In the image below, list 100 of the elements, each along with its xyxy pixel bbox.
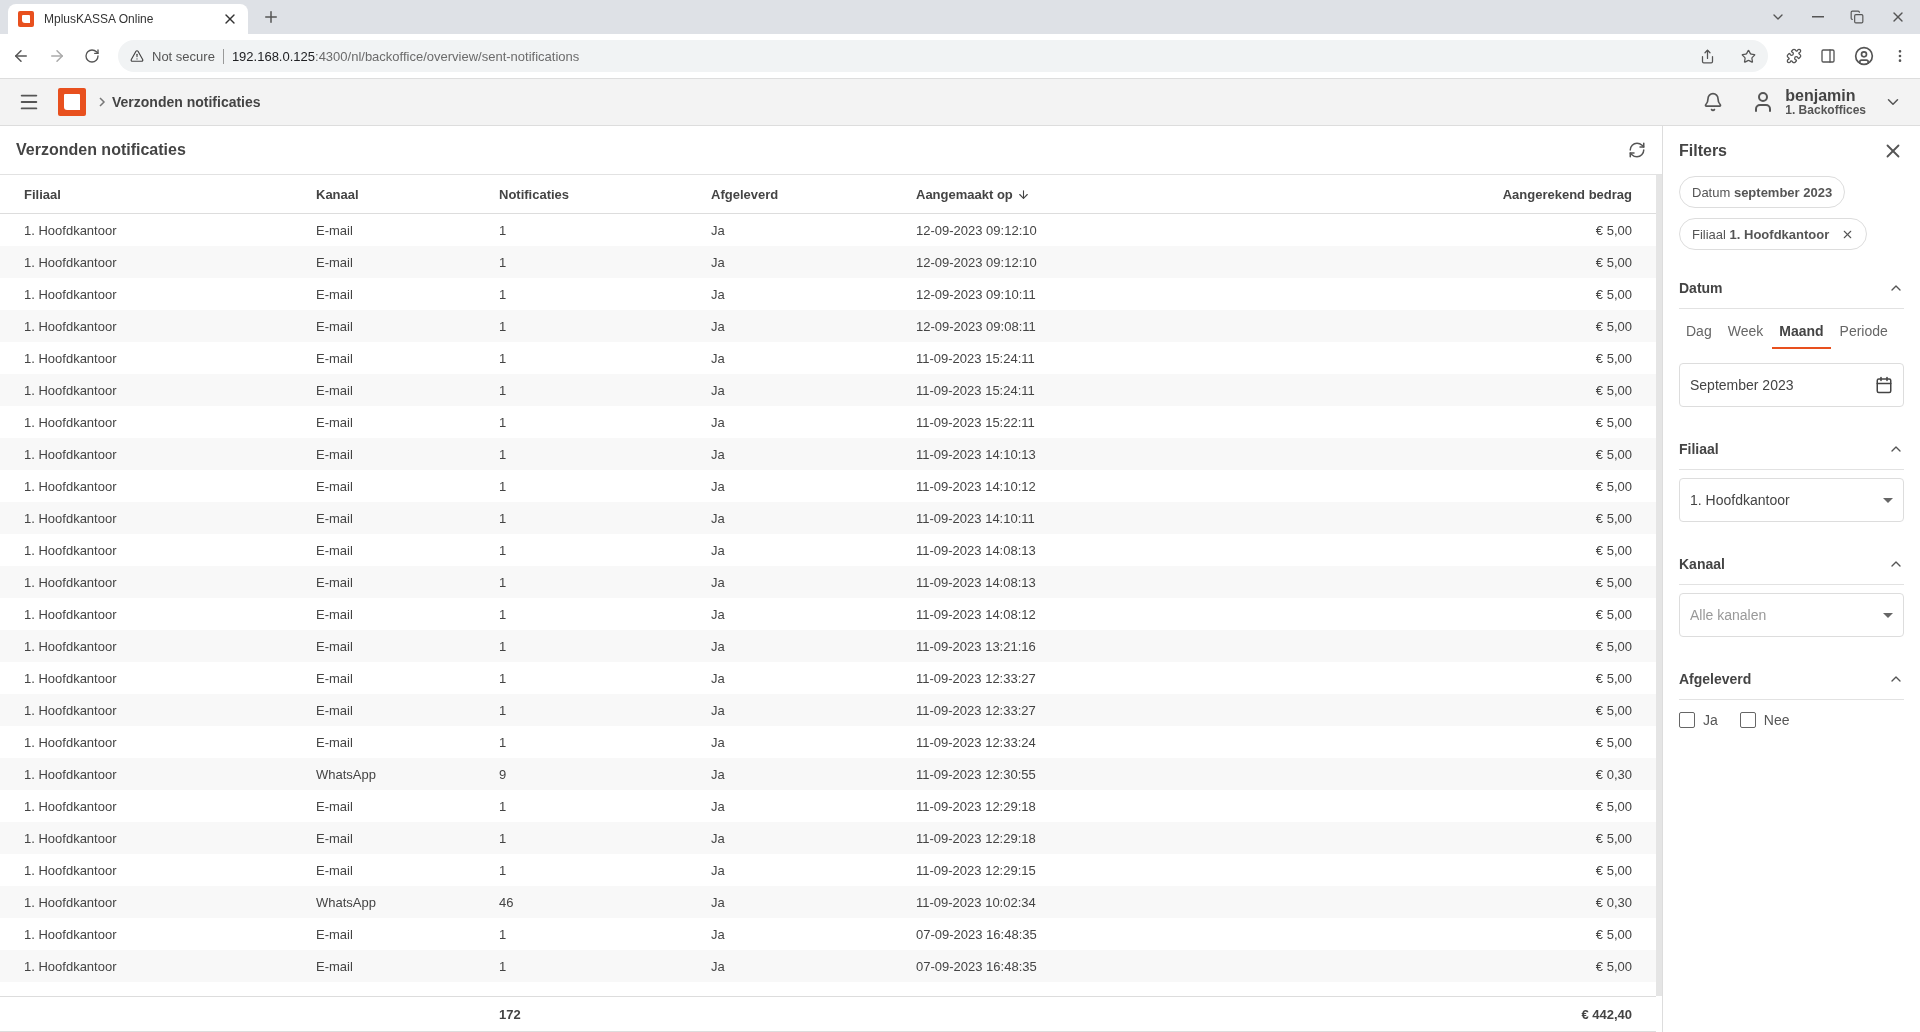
period-tab[interactable]: Week [1720, 315, 1771, 349]
refresh-button[interactable] [1628, 141, 1646, 159]
user-branch: 1. Backoffices [1785, 104, 1866, 118]
table-cell-text: 11-09-2023 10:02:34 [916, 894, 1037, 910]
table-cell-text: E-mail [316, 734, 354, 750]
browser-tab[interactable]: MplusKASSA Online [8, 4, 248, 34]
period-tab[interactable]: Dag [1679, 315, 1719, 349]
table-cell-text: Ja [711, 926, 726, 942]
table-cell-text: Ja [711, 286, 726, 302]
table-cell-text: 1. Hoofdkantoor [24, 382, 118, 398]
total-cell-text: 172 [499, 1006, 522, 1022]
table-cell-text: E-mail [316, 670, 354, 686]
table-cell-text: 1. Hoofdkantoor [24, 830, 118, 846]
table-cell-text: Ja [711, 382, 726, 398]
app-logo-icon [18, 11, 34, 27]
table-cell-text: € 0,30 [1594, 766, 1632, 782]
section-title: Afgeleverd [1679, 671, 1752, 687]
table-cell-text: 11-09-2023 12:33:27 [916, 670, 1037, 686]
table-cell-text: 11-09-2023 14:08:12 [916, 606, 1037, 622]
table-cell-text: 11-09-2023 14:10:12 [916, 478, 1037, 494]
table-cell-text: 1. Hoofdkantoor [24, 350, 118, 366]
table-cell-text: 12-09-2023 09:12:10 [916, 254, 1038, 270]
bookmark-button[interactable] [1741, 48, 1756, 64]
filters-title: Filters [1679, 142, 1727, 160]
back-button[interactable] [12, 47, 30, 65]
reload-button[interactable] [84, 48, 100, 64]
side-panel-button[interactable] [1820, 48, 1836, 64]
table-cell-text: € 5,00 [1594, 574, 1632, 590]
table-cell-text: E-mail [316, 958, 354, 974]
table-cell-text: € 5,00 [1594, 798, 1632, 814]
table-cell-text: E-mail [316, 862, 354, 878]
column-header[interactable]: Notificaties [499, 186, 711, 202]
table-cell-text: € 5,00 [1594, 318, 1632, 334]
notifications-button[interactable] [1703, 92, 1724, 112]
table-cell-text: Ja [711, 574, 726, 590]
extensions-button[interactable] [1786, 48, 1802, 64]
table-cell-text: 1. Hoofdkantoor [24, 638, 118, 654]
table-cell-text: 1. Hoofdkantoor [24, 926, 118, 942]
profile-button[interactable] [1854, 46, 1874, 66]
table-cell-text: 1 [499, 318, 508, 334]
address-bar[interactable]: Not secure 192.168.0.125:4300/nl/backoffice/overview/sent-notifications [118, 40, 1768, 72]
table-cell-text: 11-09-2023 12:30:55 [916, 766, 1037, 782]
table-cell-text: € 5,00 [1594, 382, 1632, 398]
table-cell-text: E-mail [316, 926, 354, 942]
minimize-button[interactable] [1812, 16, 1824, 18]
table-cell-text: E-mail [316, 702, 354, 718]
table-cell-text: 1. Hoofdkantoor [24, 894, 118, 910]
period-tab[interactable]: Maand [1772, 315, 1831, 349]
new-tab-button[interactable] [262, 8, 280, 26]
calendar-icon [1875, 376, 1893, 394]
table-cell-text: € 5,00 [1594, 638, 1632, 654]
table-cell-text: WhatsApp [316, 766, 377, 782]
table-cell-text: € 5,00 [1594, 702, 1632, 718]
table-cell-text: 1 [499, 446, 508, 462]
table-cell-text: 12-09-2023 09:08:11 [916, 318, 1037, 334]
checkbox[interactable] [1679, 712, 1695, 728]
month-field[interactable]: September 2023 [1679, 363, 1904, 407]
table-cell-text: 1. Hoofdkantoor [24, 414, 118, 430]
table-cell-text: Ja [711, 254, 726, 270]
table-cell-text: 1. Hoofdkantoor [24, 606, 118, 622]
column-header[interactable]: Kanaal [316, 186, 499, 202]
column-header[interactable]: Filiaal [24, 186, 316, 202]
table-cell-text: 11-09-2023 12:33:27 [916, 702, 1037, 718]
table-cell-text: 1 [499, 254, 508, 270]
table-cell-text: € 0,30 [1594, 894, 1632, 910]
column-header[interactable]: Aangerekend bedrag [1392, 186, 1632, 202]
column-header[interactable]: Afgeleverd [711, 186, 916, 202]
table-cell-text: € 5,00 [1594, 734, 1632, 750]
table-cell-text: 12-09-2023 09:10:11 [916, 286, 1037, 302]
period-tab[interactable]: Periode [1832, 315, 1895, 349]
select-field[interactable]: 1. Hoofdkantoor [1679, 478, 1904, 522]
share-button[interactable] [1700, 48, 1715, 64]
table-cell-text: Ja [711, 862, 726, 878]
column-header[interactable]: Aangemaakt op [916, 186, 1392, 202]
checkbox[interactable] [1739, 712, 1756, 728]
table-cell-text: E-mail [316, 510, 354, 526]
restore-button[interactable] [1850, 10, 1864, 24]
table-cell-text: E-mail [316, 478, 354, 494]
table-cell-text: E-mail [316, 830, 354, 846]
table-cell-text: 1. Hoofdkantoor [24, 798, 118, 814]
table-cell-text: 1 [499, 286, 508, 302]
table-cell-text: € 5,00 [1594, 222, 1632, 238]
section-title: Filiaal [1679, 441, 1719, 457]
breadcrumb: Verzonden notificaties [112, 94, 261, 110]
table-cell-text: Ja [711, 894, 726, 910]
restore-icon [1850, 10, 1864, 24]
table-cell-text: 1 [499, 510, 508, 526]
table-cell-text: 1. Hoofdkantoor [24, 574, 118, 590]
table-cell-text: € 5,00 [1594, 254, 1632, 270]
table-cell-text: E-mail [316, 222, 354, 238]
table-cell-text: 11-09-2023 14:10:13 [916, 446, 1037, 462]
table-cell-text: E-mail [316, 638, 354, 654]
checkbox-label: Nee [1763, 712, 1790, 728]
user-name: benjamin [1785, 86, 1857, 105]
table-cell-text: 1. Hoofdkantoor [24, 862, 118, 878]
table-cell-text: 1. Hoofdkantoor [24, 254, 118, 270]
checkbox-label: Ja [1703, 712, 1718, 728]
table-cell-text: 1. Hoofdkantoor [24, 318, 118, 334]
table-cell-text: E-mail [316, 446, 354, 462]
table-cell-text: 1 [499, 222, 508, 238]
